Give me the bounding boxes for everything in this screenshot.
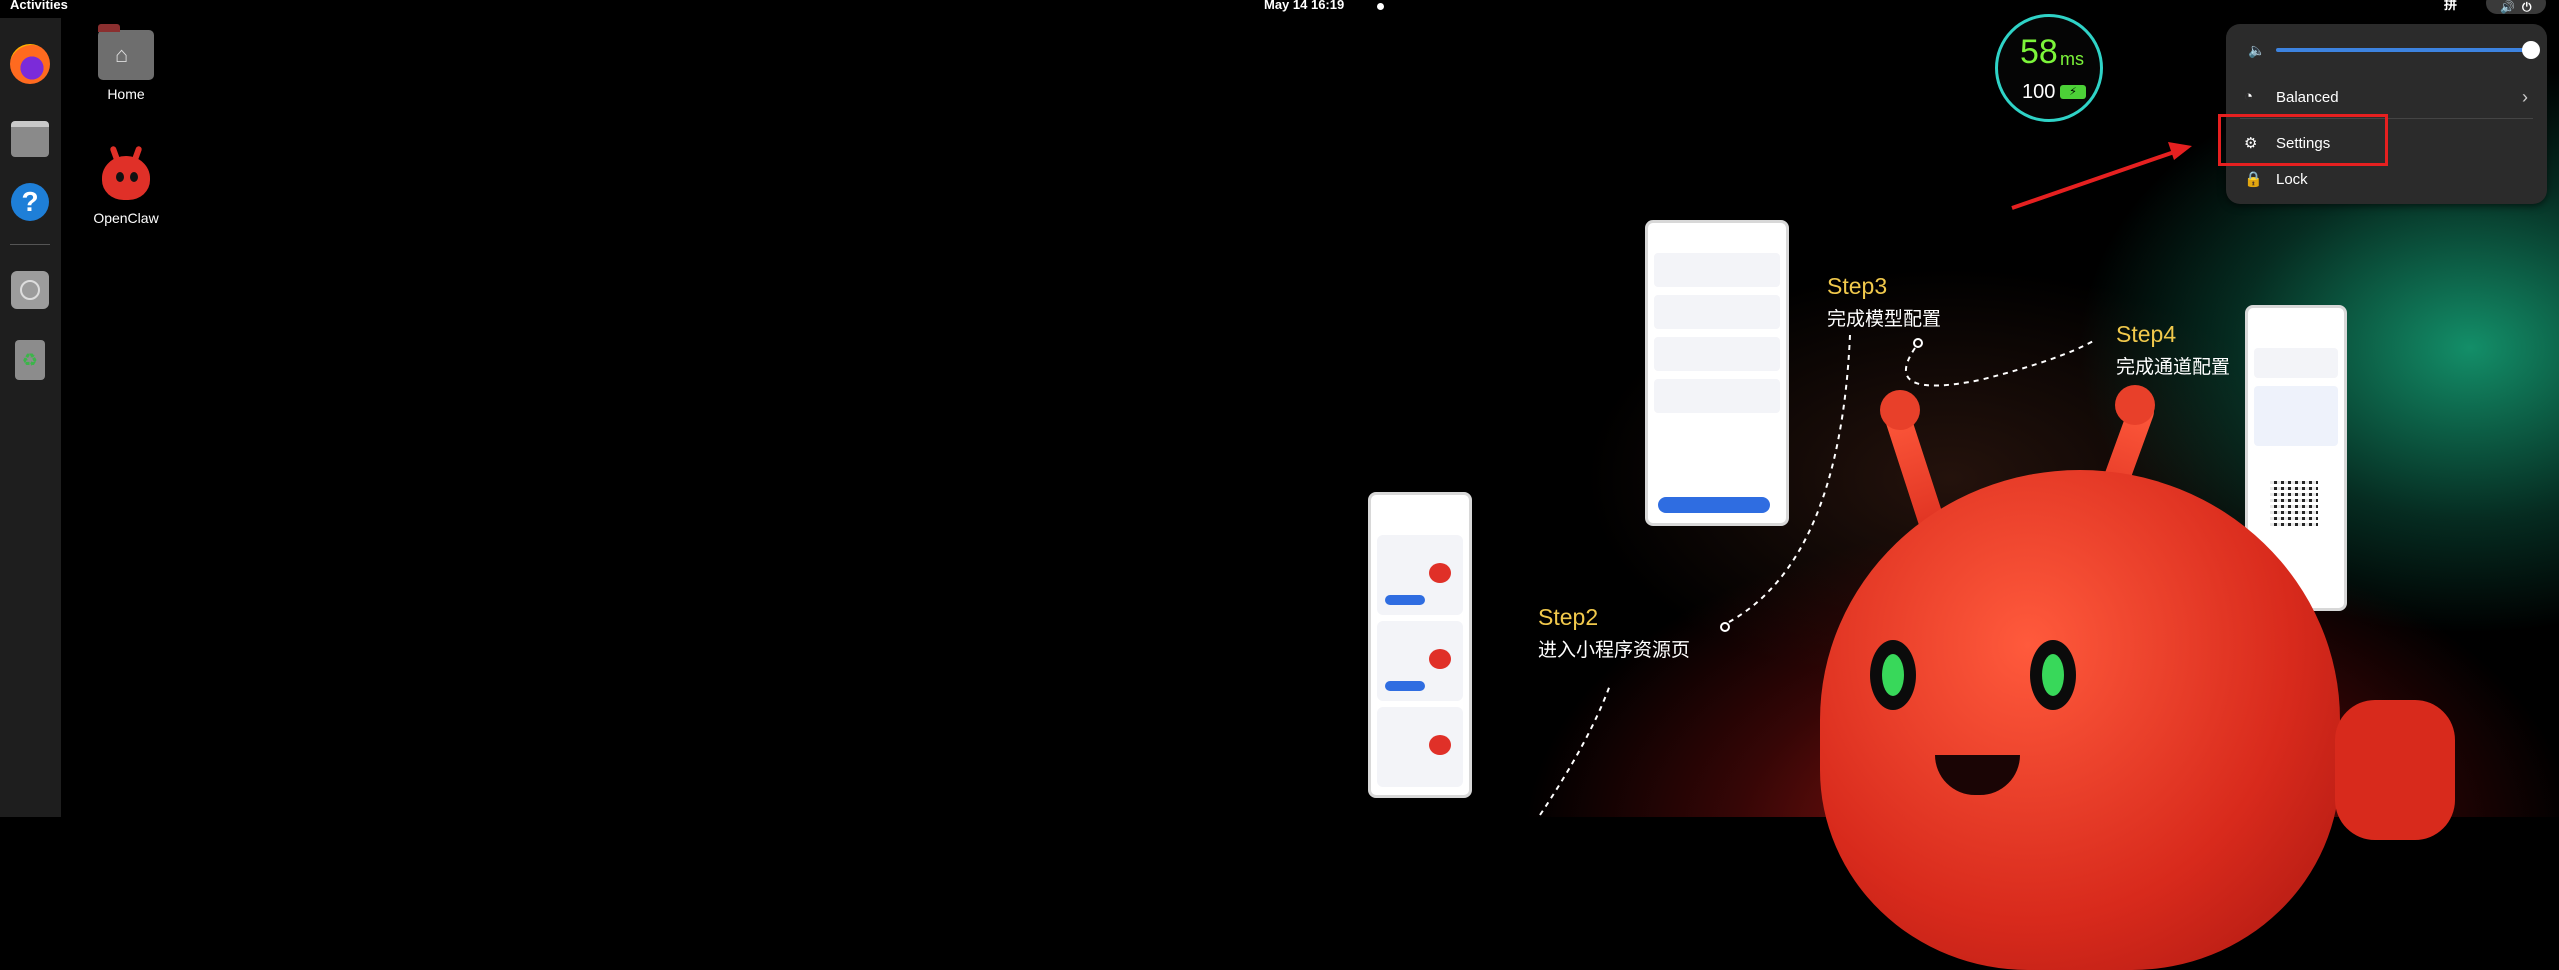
- firefox-icon[interactable]: [6, 40, 54, 88]
- volume-icon: 🔊: [2500, 0, 2515, 14]
- phone-screenshot-step2: [1368, 492, 1472, 798]
- mascot-eye: [2030, 640, 2076, 710]
- home-folder-icon: ⌂: [98, 24, 154, 80]
- openclaw-icon: [96, 145, 156, 204]
- notification-dot: [1377, 3, 1384, 10]
- settings-highlight-box: [2218, 114, 2388, 166]
- volume-slider[interactable]: [2276, 48, 2532, 52]
- lock-icon: 🔒: [2244, 171, 2263, 188]
- step-description: 进入小程序资源页: [1538, 640, 1691, 661]
- ping-widget: 58 ms 100 ⚡: [1995, 14, 2103, 122]
- system-menu-button[interactable]: 🔊 ⏻: [2486, 0, 2546, 14]
- power-mode-icon: ◔: [2244, 88, 2254, 105]
- clock[interactable]: May 14 16:19: [1264, 0, 1344, 14]
- volume-slider-handle[interactable]: [2522, 41, 2540, 59]
- step3-caption: Step3 完成模型配置: [1827, 273, 1941, 331]
- mascot-eye: [1870, 640, 1916, 710]
- step-number: Step4: [2116, 321, 2177, 347]
- files-icon[interactable]: [6, 111, 54, 159]
- help-icon[interactable]: ?: [6, 178, 54, 226]
- dock: ? ♻: [0, 18, 61, 817]
- step4-caption: Step4 完成通道配置: [2116, 321, 2230, 379]
- step-number: Step2: [1538, 604, 1599, 630]
- lock-menu-item[interactable]: 🔒 Lock: [2226, 164, 2547, 194]
- power-mode-item[interactable]: ◔ Balanced ›: [2226, 82, 2547, 112]
- step-description: 完成模型配置: [1827, 309, 1942, 330]
- desktop-icon-openclaw[interactable]: OpenClaw: [81, 145, 171, 226]
- battery-charging-icon: ⚡: [2060, 85, 2086, 99]
- chevron-right-icon: ›: [2522, 87, 2528, 107]
- input-method-indicator[interactable]: 拼: [2444, 0, 2457, 14]
- mascot-thumb: [2335, 700, 2455, 840]
- ping-latency: 58: [2020, 33, 2058, 71]
- activities-button[interactable]: Activities: [10, 0, 68, 14]
- ping-unit: ms: [2060, 49, 2084, 69]
- desktop-icon-label: Home: [107, 86, 145, 102]
- desktop-icon-home[interactable]: ⌂ Home: [81, 24, 171, 102]
- power-mode-label: Balanced: [2276, 89, 2339, 106]
- trash-icon[interactable]: ♻: [6, 336, 54, 384]
- step-number: Step3: [1827, 273, 1888, 299]
- lock-label: Lock: [2276, 171, 2308, 188]
- disc-icon[interactable]: [6, 266, 54, 314]
- volume-icon: 🔈: [2248, 42, 2266, 58]
- desktop-icon-label: OpenClaw: [93, 210, 159, 226]
- step-description: 完成通道配置: [2116, 357, 2231, 378]
- dock-separator: [10, 244, 50, 245]
- step2-caption: Step2 进入小程序资源页: [1538, 604, 1690, 662]
- mascot-antenna-tip: [1880, 390, 1920, 430]
- top-bar: Activities May 14 16:19 拼 🔊 ⏻: [0, 0, 2559, 18]
- openclaw-mascot: [1820, 470, 2340, 970]
- mascot-antenna-tip: [2115, 385, 2155, 425]
- battery-level: 100: [2022, 81, 2056, 103]
- phone-screenshot-step3: [1645, 220, 1789, 526]
- power-icon: ⏻: [2522, 0, 2532, 14]
